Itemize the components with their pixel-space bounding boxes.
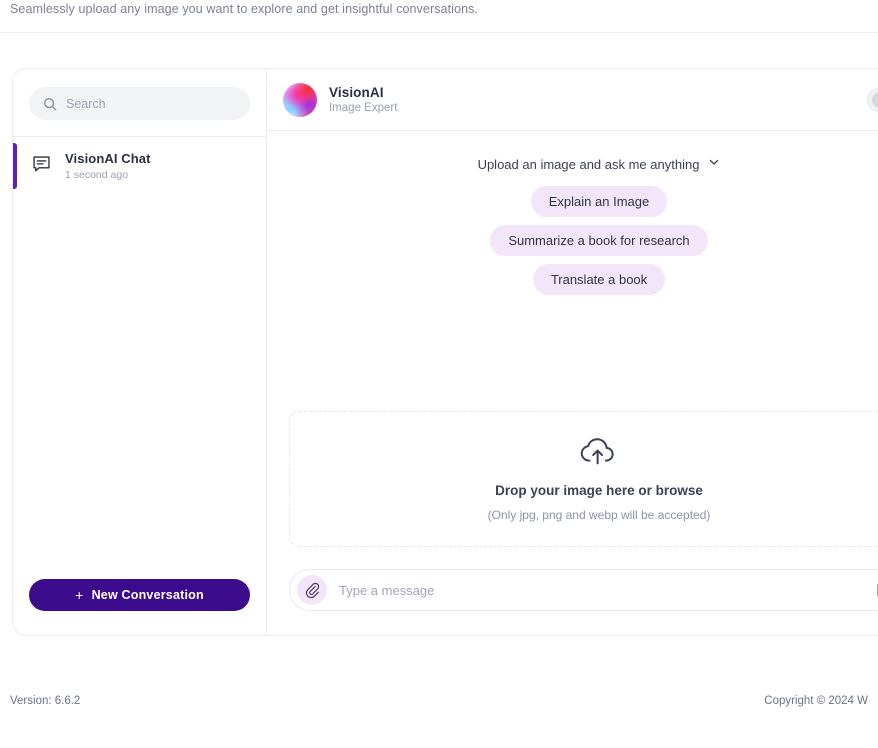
- chat-title: VisionAI Chat: [65, 151, 151, 166]
- dropzone-wrap: Drop your image here or browse (Only jpg…: [267, 411, 878, 547]
- paperclip-icon[interactable]: [297, 575, 327, 605]
- toggle-switch-icon[interactable]: [867, 87, 878, 112]
- gradient-sphere-avatar: [283, 82, 317, 117]
- search-icon: [43, 97, 57, 111]
- tagline-text: Seamlessly upload any image you want to …: [10, 2, 479, 16]
- search-section: [13, 69, 266, 136]
- new-conversation-button[interactable]: + New Conversation: [29, 579, 250, 611]
- search-input[interactable]: [66, 96, 236, 111]
- suggestion-pill-explain-an-image[interactable]: Explain an Image: [530, 186, 668, 217]
- message-composer: [289, 569, 878, 611]
- dropzone-title: Drop your image here or browse: [495, 483, 703, 498]
- new-conversation-label: New Conversation: [91, 588, 204, 602]
- chat-bubble-icon: [31, 153, 52, 179]
- chat-timestamp: 1 second ago: [65, 169, 129, 181]
- conversation-body: Upload an image and ask me anything Expl…: [267, 131, 878, 635]
- copyright-label: Copyright © 2024 W: [764, 695, 868, 707]
- prompt-heading: Upload an image and ask me anything: [477, 156, 700, 172]
- agent-role: Image Expert: [329, 102, 398, 114]
- message-input[interactable]: [339, 582, 860, 598]
- cloud-upload-icon: [579, 436, 619, 473]
- chat-list: VisionAI Chat 1 second ago: [13, 137, 266, 579]
- list-item-text: VisionAI Chat 1 second ago: [65, 151, 151, 181]
- suggestion-pill-translate-a-book[interactable]: Translate a book: [532, 264, 666, 295]
- main-panel: VisionAI Image Expert Upload an image an…: [267, 69, 878, 635]
- agent-header: VisionAI Image Expert: [267, 69, 878, 131]
- plus-icon: +: [75, 587, 84, 603]
- composer-wrap: [267, 547, 878, 635]
- image-dropzone[interactable]: Drop your image here or browse (Only jpg…: [289, 411, 878, 547]
- send-list-icon[interactable]: [872, 577, 878, 603]
- agent-name: VisionAI: [329, 85, 384, 100]
- chevron-down-icon[interactable]: [708, 155, 720, 173]
- version-label: Version: 6.6.2: [10, 695, 81, 707]
- dropzone-subtitle: (Only jpg, png and webp will be accepted…: [487, 508, 711, 522]
- prompt-heading-row[interactable]: Upload an image and ask me anything: [478, 155, 721, 173]
- new-conversation-section: + New Conversation: [13, 579, 266, 635]
- sidebar: VisionAI Chat 1 second ago + New Convers…: [13, 69, 267, 635]
- list-item[interactable]: VisionAI Chat 1 second ago: [13, 137, 266, 195]
- toggle-knob: [872, 91, 878, 108]
- search-box[interactable]: [29, 87, 250, 120]
- tagline-bar: Seamlessly upload any image you want to …: [0, 0, 878, 33]
- agent-meta: VisionAI Image Expert: [329, 85, 397, 114]
- footer: Version: 6.6.2 Copyright © 2024 W: [0, 691, 878, 711]
- suggestion-pill-summarize-a-book[interactable]: Summarize a book for research: [490, 225, 708, 256]
- app-card: VisionAI Chat 1 second ago + New Convers…: [12, 68, 878, 636]
